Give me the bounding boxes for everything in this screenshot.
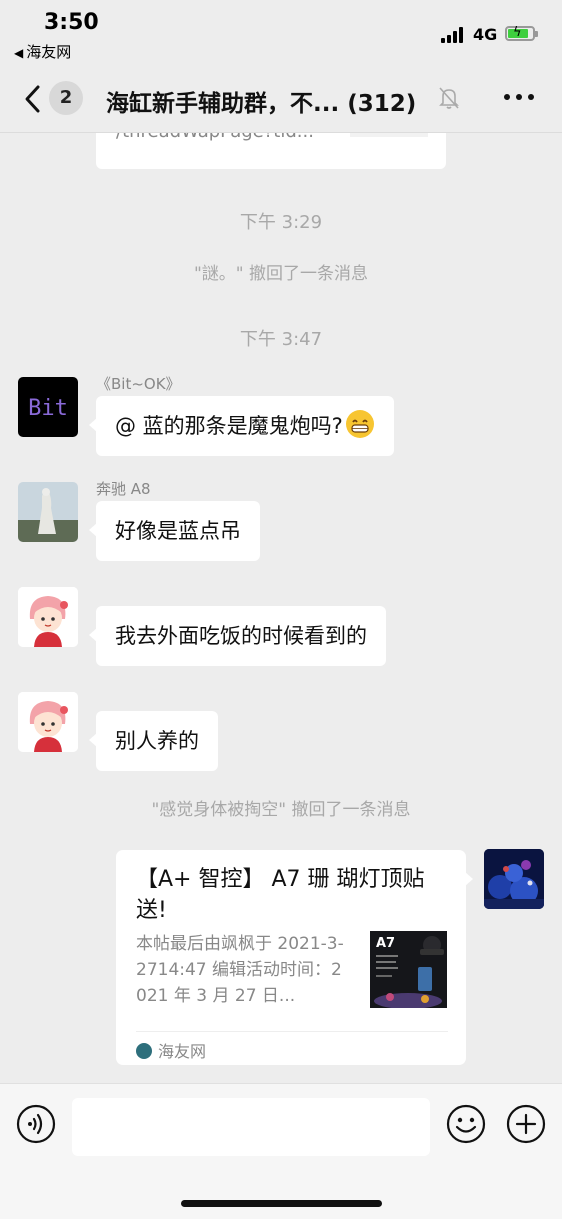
svg-text:Bit: Bit xyxy=(28,396,68,421)
cartoon-girl-image xyxy=(18,587,78,647)
link-card-title: 【A+ 智控】 A7 珊 瑚灯顶贴送! xyxy=(136,867,425,923)
sender-nickname: 奔驰 A8 xyxy=(96,480,151,498)
input-bar xyxy=(0,1083,562,1219)
voice-input-icon[interactable] xyxy=(16,1104,56,1144)
message-text: 别人养的 xyxy=(115,729,199,753)
shared-link-card[interactable]: 【A+ 智控】 A7 珊 瑚灯顶贴送! 本帖最后由飒枫于 2021-3-2714… xyxy=(116,850,473,1065)
link-card-source: 海友网 xyxy=(136,1038,206,1062)
recall-notice: "謎。" 撤回了一条消息 xyxy=(193,264,369,284)
timestamp: 下午 3:29 xyxy=(239,212,323,233)
previous-link-card[interactable]: /threadWapPage?tid... xyxy=(96,133,446,169)
haiyou-logo-icon xyxy=(136,1043,152,1059)
message-input[interactable] xyxy=(72,1098,430,1156)
svg-text:A7: A7 xyxy=(376,936,395,951)
unread-count-badge[interactable]: 2 xyxy=(49,81,83,115)
network-type: 4G xyxy=(473,25,498,44)
chat-title: 海缸新手辅助群，不... (312) xyxy=(106,91,417,117)
message-bubble[interactable]: @ 蓝的那条是魔鬼炮吗? xyxy=(89,396,394,456)
mute-bell-icon xyxy=(439,87,459,109)
a7-lamp-thumbnail-image: A7 xyxy=(370,931,447,1008)
back-to-app-link[interactable]: ◀ 海友网 xyxy=(14,41,71,62)
link-card-divider xyxy=(136,1031,448,1032)
message-text: 我去外面吃饭的时候看到的 xyxy=(115,624,367,648)
link-card-thumbnail: A7 xyxy=(370,931,447,1008)
grinning-emoji-icon xyxy=(345,410,374,438)
message-text: @ 蓝的那条是魔鬼炮吗? xyxy=(115,414,343,438)
back-chevron-icon[interactable] xyxy=(22,84,46,114)
avatar-cartoon-girl[interactable] xyxy=(18,587,78,647)
previous-card-url: /threadWapPage?tid... xyxy=(116,133,314,142)
home-indicator[interactable] xyxy=(181,1200,382,1207)
message-text: 好像是蓝点吊 xyxy=(115,519,241,543)
charging-bolt-icon: ϟ xyxy=(513,25,522,40)
message-bubble[interactable]: 别人养的 xyxy=(89,711,218,771)
back-triangle-icon: ◀ xyxy=(14,46,24,60)
avatar-benz[interactable] xyxy=(18,482,78,542)
message-list[interactable]: /threadWapPage?tid... 下午 3:29 "謎。" 撤回了一条… xyxy=(0,133,562,1083)
status-bar: 3:50 ◀ 海友网 4G ϟ xyxy=(0,0,562,70)
avatar-cartoon-girl[interactable] xyxy=(18,692,78,752)
cellular-signal-icon xyxy=(441,27,467,43)
back-app-label: 海友网 xyxy=(26,43,72,61)
link-card-description: 本帖最后由飒枫于 2021-3-2714:47 编辑活动时间：2021 年 3 … xyxy=(136,934,344,1006)
chat-header: 2 海缸新手辅助群，不... (312) xyxy=(0,70,562,133)
add-attachment-icon[interactable] xyxy=(506,1104,546,1144)
cartoon-girl-image xyxy=(18,692,78,752)
status-time: 3:50 xyxy=(44,10,99,35)
coral-photo-image xyxy=(484,849,544,909)
timestamp: 下午 3:47 xyxy=(239,329,323,350)
emoji-picker-icon[interactable] xyxy=(446,1104,486,1144)
message-bubble[interactable]: 我去外面吃饭的时候看到的 xyxy=(89,606,386,666)
message-bubble[interactable]: 好像是蓝点吊 xyxy=(89,501,260,561)
bit-avatar-image: Bit xyxy=(28,396,68,421)
link-card-source-label: 海友网 xyxy=(158,1042,207,1061)
battery-icon: ϟ xyxy=(505,25,538,41)
recall-notice: "感觉身体被掏空" 撤回了一条消息 xyxy=(151,800,411,820)
avatar-bit[interactable]: Bit xyxy=(18,377,78,437)
more-options-icon[interactable] xyxy=(504,94,536,102)
avatar-self[interactable] xyxy=(484,849,544,909)
previous-card-thumbnail xyxy=(350,133,428,137)
statue-photo-image xyxy=(18,482,78,542)
sender-nickname: 《Bit~OK》 xyxy=(96,375,181,393)
